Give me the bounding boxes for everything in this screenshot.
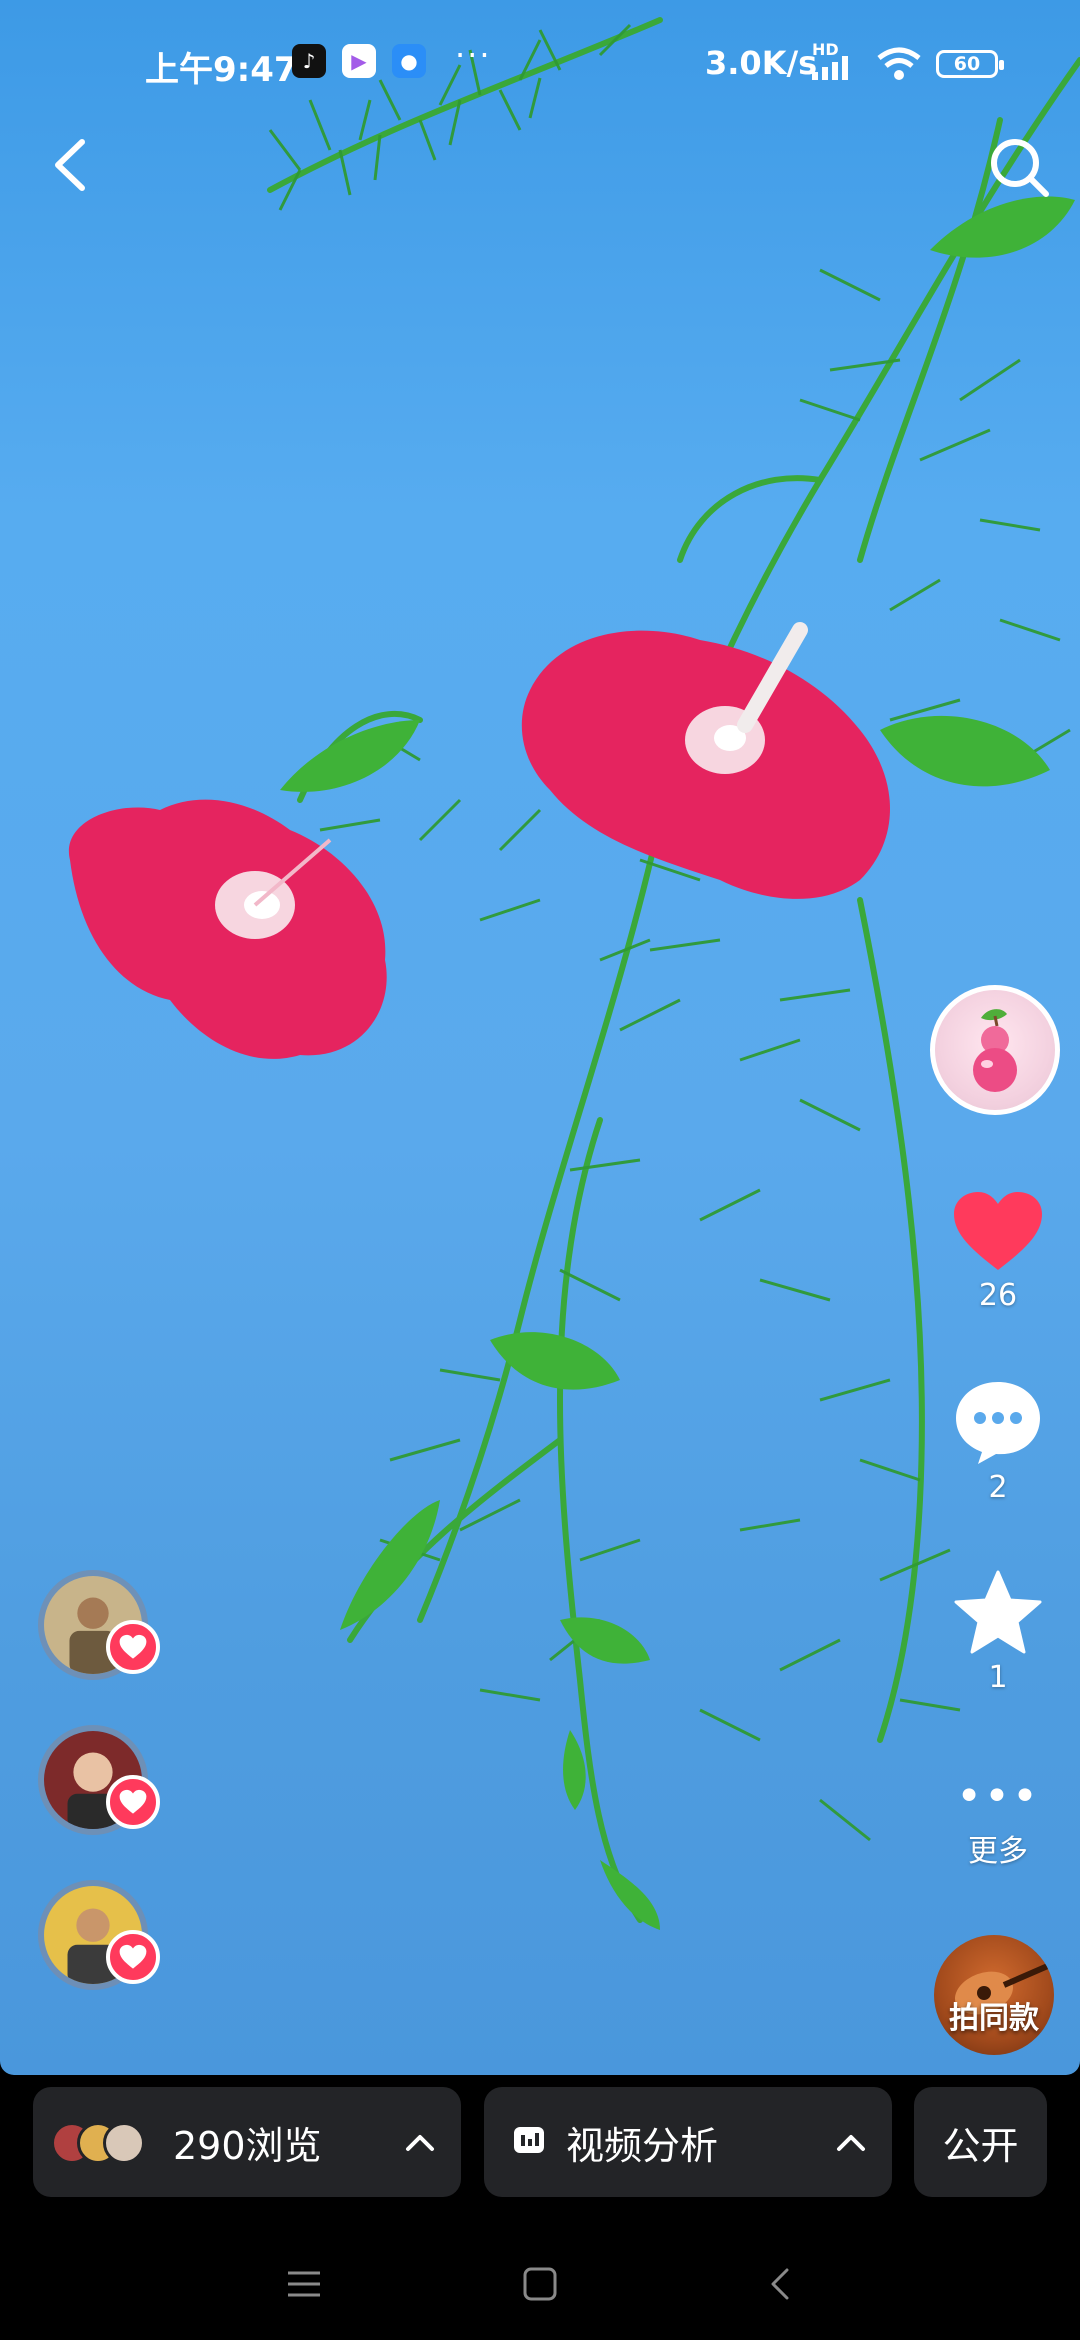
chevron-up-icon	[837, 2135, 865, 2151]
chevron-left-icon	[55, 139, 85, 191]
back-arrow-icon	[771, 2268, 789, 2300]
liked-heart-badge	[106, 1620, 160, 1674]
visibility-public-button[interactable]: 公开	[914, 2087, 1047, 2197]
flower-left	[68, 799, 387, 1059]
remix-label: 拍同款	[949, 2001, 1039, 2036]
wifi-icon	[877, 47, 921, 80]
remix-button[interactable]: 拍同款	[934, 1935, 1054, 2055]
analytics-icon	[514, 2127, 544, 2153]
pink-fruit-avatar-image	[973, 1009, 1017, 1092]
back-button[interactable]	[40, 130, 100, 200]
chevron-up-icon	[406, 2135, 434, 2151]
video-player[interactable]	[0, 0, 1080, 2075]
viewer-avatar[interactable]	[38, 1880, 160, 1990]
status-bar: 上午9:47 ♪ ▶ ● ··· 3.0K/s HD 60	[0, 0, 1080, 130]
viewer-avatar-stack	[51, 2116, 169, 2168]
like-button[interactable]: 26	[938, 1190, 1058, 1313]
video-frame-flowers	[68, 17, 1080, 1930]
heart-icon	[119, 1944, 147, 1969]
recent-apps-button[interactable]	[274, 2254, 334, 2314]
search-icon	[991, 139, 1049, 197]
more-label: 更多	[968, 1834, 1028, 1869]
search-button[interactable]	[984, 132, 1054, 202]
liked-heart-badge	[106, 1930, 160, 1984]
heart-icon	[119, 1789, 147, 1814]
creator-avatar[interactable]	[930, 985, 1060, 1115]
home-square-icon	[523, 2267, 557, 2301]
flower-center	[521, 622, 890, 899]
views-count-label: 290浏览	[173, 2123, 322, 2168]
heart-icon	[954, 1192, 1042, 1270]
battery-level: 60	[953, 53, 981, 75]
more-dots-icon: •••	[956, 1771, 1040, 1822]
comment-button[interactable]: 2	[938, 1378, 1058, 1505]
menu-icon	[288, 2271, 320, 2297]
video-player-app-icon: ▶	[342, 44, 376, 78]
star-icon	[954, 1570, 1042, 1654]
video-analysis-button[interactable]: 视频分析	[484, 2087, 892, 2197]
signal-icon	[812, 56, 848, 80]
system-navigation-bar	[0, 2230, 1080, 2340]
viewer-avatar[interactable]	[38, 1725, 160, 1835]
network-speed: 3.0K/s	[705, 44, 818, 82]
status-more-icon: ···	[455, 36, 492, 74]
battery-icon: 60	[936, 50, 1004, 78]
status-time: 上午9:47	[145, 50, 298, 90]
comment-count: 2	[988, 1470, 1008, 1505]
tiktok-app-icon: ♪	[292, 44, 326, 78]
more-button[interactable]: ••• 更多	[938, 1772, 1058, 1870]
mini-avatar	[103, 2122, 145, 2164]
visibility-label: 公开	[942, 2123, 1019, 2168]
favorite-button[interactable]: 1	[938, 1568, 1058, 1695]
favorite-count: 1	[988, 1660, 1008, 1695]
heart-icon	[119, 1634, 147, 1659]
system-back-button[interactable]	[750, 2254, 810, 2314]
views-button[interactable]: 290浏览	[33, 2087, 461, 2197]
home-button[interactable]	[510, 2254, 570, 2314]
viewer-avatar[interactable]	[38, 1570, 160, 1680]
chat-app-icon: ●	[392, 44, 426, 78]
liked-heart-badge	[106, 1775, 160, 1829]
like-count: 26	[978, 1278, 1018, 1313]
comment-bubble-icon	[956, 1382, 1040, 1464]
video-analysis-label: 视频分析	[566, 2123, 719, 2168]
